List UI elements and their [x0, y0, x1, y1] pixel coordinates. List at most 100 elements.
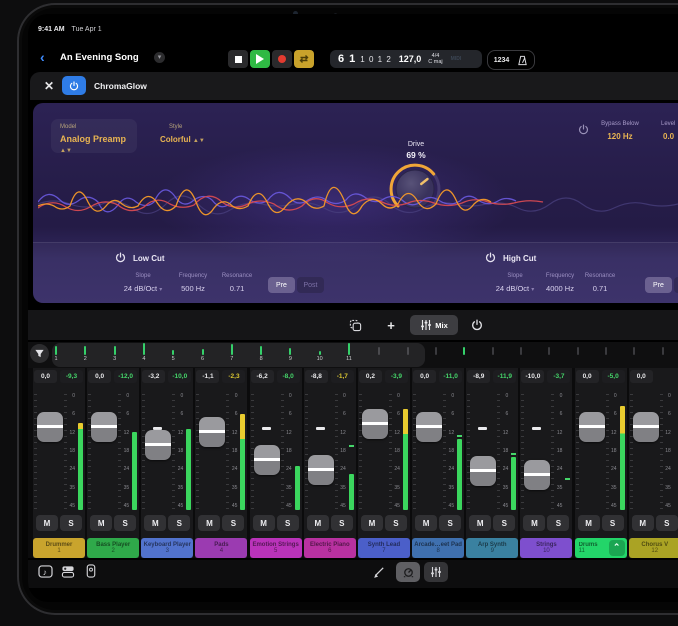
high-cut-freq-value[interactable]: 4000 Hz	[538, 284, 582, 293]
plugin-power-button[interactable]	[62, 76, 86, 95]
style-selector[interactable]: Style Colorful ▲▼	[155, 119, 225, 153]
cycle-button[interactable]	[294, 50, 314, 68]
mute-button[interactable]: M	[198, 515, 220, 531]
fader-handle[interactable]	[91, 412, 117, 442]
track-name-footer[interactable]: Emotion Strings5	[250, 538, 302, 558]
solo-button[interactable]: S	[656, 515, 678, 531]
solo-button[interactable]: S	[60, 515, 82, 531]
mute-button[interactable]: M	[632, 515, 654, 531]
solo-button[interactable]: S	[602, 515, 624, 531]
play-button[interactable]	[250, 50, 270, 68]
solo-button[interactable]: S	[547, 515, 569, 531]
solo-button[interactable]: S	[331, 515, 353, 531]
plugin-port-icon[interactable]	[82, 562, 100, 580]
fader-handle[interactable]	[308, 455, 334, 485]
track-name-footer[interactable]: Chorus V12	[629, 538, 678, 558]
channel-strip[interactable]: 0,0061218243545MSChorus V12	[629, 368, 678, 558]
fader-handle[interactable]	[633, 412, 659, 442]
high-cut-pre-button[interactable]: Pre	[645, 277, 672, 293]
low-cut-slope-value[interactable]: 24 dB/Oct ▾	[115, 284, 171, 293]
record-button[interactable]	[272, 50, 292, 68]
high-cut-res-value[interactable]: 0.71	[578, 284, 622, 293]
track-name-footer[interactable]: Pads4	[195, 538, 247, 558]
paste-settings-button[interactable]	[342, 315, 368, 335]
metronome-icon[interactable]	[517, 55, 528, 66]
channel-strip[interactable]: -6,2-8,0061218243545MSEmotion Strings5	[250, 368, 302, 558]
mute-button[interactable]: M	[469, 515, 491, 531]
browser-icon[interactable]	[59, 562, 77, 580]
close-icon[interactable]: ✕	[44, 79, 54, 93]
track-name-footer[interactable]: Electric Piano6	[304, 538, 356, 558]
channel-strip[interactable]: 0,0-12,0061218243545MSBass Player2	[87, 368, 139, 558]
fader-handle[interactable]	[37, 412, 63, 442]
fader-area[interactable]: 061218243545	[520, 392, 572, 512]
channel-strip[interactable]: -10,0-3,7061218243545MSStrings10	[520, 368, 572, 558]
fader-area[interactable]: 061218243545	[250, 392, 302, 512]
solo-button[interactable]: S	[277, 515, 299, 531]
fader-area[interactable]: 061218243545	[466, 392, 518, 512]
level-value[interactable]: 0.0	[663, 132, 678, 141]
track-name-footer[interactable]: Bass Player2	[87, 538, 139, 558]
mute-button[interactable]: M	[415, 515, 437, 531]
song-title[interactable]: An Evening Song	[60, 52, 139, 63]
mute-button[interactable]: M	[90, 515, 112, 531]
mute-button[interactable]: M	[523, 515, 545, 531]
fader-handle[interactable]	[470, 456, 496, 486]
song-menu-chevron-icon[interactable]: ▾	[154, 52, 165, 63]
channel-strip[interactable]: -8,9-11,9061218243545MSArp Synth9	[466, 368, 518, 558]
fader-handle[interactable]	[145, 430, 171, 460]
back-chevron-icon[interactable]: ‹	[40, 50, 45, 64]
high-cut-post-button[interactable]: Post	[674, 277, 678, 293]
fader-area[interactable]: 061218243545	[629, 392, 678, 512]
mixer-view-button[interactable]	[424, 562, 448, 582]
fader-area[interactable]: 061218243545	[33, 392, 85, 512]
channel-strip[interactable]: 0,0-5,0061218243545MSDrums11⌃	[575, 368, 627, 558]
fader-handle[interactable]	[199, 417, 225, 447]
fader-area[interactable]: 061218243545	[412, 392, 464, 512]
track-name-footer[interactable]: Arcade…eet Pad8	[412, 538, 464, 558]
fader-handle[interactable]	[524, 460, 550, 490]
stop-button[interactable]	[228, 50, 248, 68]
model-selector[interactable]: Model Analog Preamp ▲▼	[51, 119, 137, 153]
solo-button[interactable]: S	[439, 515, 461, 531]
track-name-footer[interactable]: Drummer1	[33, 538, 85, 558]
mute-button[interactable]: M	[144, 515, 166, 531]
high-cut-power-icon[interactable]	[485, 252, 496, 263]
add-plugin-button[interactable]: +	[378, 315, 404, 335]
low-cut-pre-button[interactable]: Pre	[268, 277, 295, 293]
low-cut-power-icon[interactable]	[115, 252, 126, 263]
solo-button[interactable]: S	[385, 515, 407, 531]
smart-controls-button[interactable]	[396, 562, 420, 582]
track-name-footer[interactable]: Synth Lead7	[358, 538, 410, 558]
channel-strip[interactable]: -8,8-1,7061218243545MSElectric Piano6	[304, 368, 356, 558]
solo-button[interactable]: S	[222, 515, 244, 531]
low-cut-res-value[interactable]: 0.71	[215, 284, 259, 293]
low-cut-freq-value[interactable]: 500 Hz	[171, 284, 215, 293]
track-name-footer[interactable]: Keyboard Player3	[141, 538, 193, 558]
fader-handle[interactable]	[254, 445, 280, 475]
channel-strip[interactable]: -3,2-10,0061218243545MSKeyboard Player3	[141, 368, 193, 558]
fader-area[interactable]: 061218243545	[195, 392, 247, 512]
mute-button[interactable]: M	[253, 515, 275, 531]
solo-button[interactable]: S	[493, 515, 515, 531]
bypass-power-icon[interactable]	[578, 124, 589, 135]
filter-button[interactable]	[30, 344, 49, 363]
collapse-chevron-icon[interactable]: ⌃	[609, 540, 625, 556]
lcd-display[interactable]: 6 1 1 0 1 2 127,0 4/4 C maj MIDI	[330, 50, 482, 68]
track-name-footer[interactable]: Drums11⌃	[575, 538, 627, 558]
channel-strip[interactable]: 0,0-9,3061218243545MSDrummer1	[33, 368, 85, 558]
mixer-power-button[interactable]	[464, 315, 490, 335]
channel-strip[interactable]: -1,1-2,3061218243545MSPads4	[195, 368, 247, 558]
track-name-footer[interactable]: Strings10	[520, 538, 572, 558]
fader-handle[interactable]	[416, 412, 442, 442]
solo-button[interactable]: S	[168, 515, 190, 531]
solo-button[interactable]: S	[114, 515, 136, 531]
channel-strip[interactable]: 0,0-11,0061218243545MSArcade…eet Pad8	[412, 368, 464, 558]
mute-button[interactable]: M	[36, 515, 58, 531]
mute-button[interactable]: M	[307, 515, 329, 531]
channel-strip[interactable]: 0,2-3,9061218243545MSSynth Lead7	[358, 368, 410, 558]
count-in-button[interactable]: 1234	[494, 57, 510, 64]
high-cut-slope-value[interactable]: 24 dB/Oct ▾	[487, 284, 543, 293]
fader-area[interactable]: 061218243545	[304, 392, 356, 512]
mix-view-button[interactable]: Mix	[410, 315, 458, 335]
